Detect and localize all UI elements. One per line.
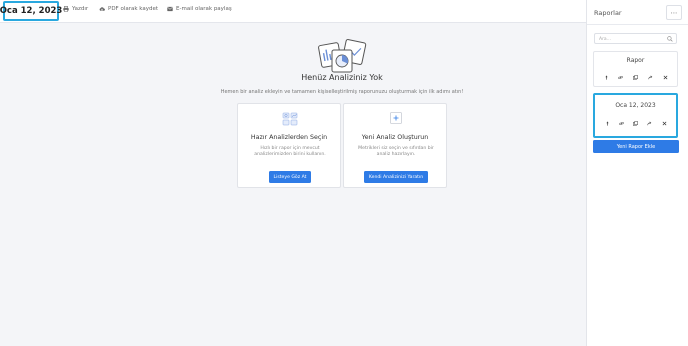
plus-icon[interactable] — [390, 112, 402, 124]
cloud-download-icon — [99, 7, 105, 11]
add-report-button[interactable]: Yeni Rapor Ekle — [593, 140, 679, 153]
search-icon — [667, 36, 673, 42]
ready-analyses-title: Hazır Analizlerden Seçin — [250, 134, 328, 141]
new-analysis-description: Metrikleri siz seçin ve sıfırdan bir ana… — [358, 146, 434, 158]
link-icon[interactable] — [618, 120, 624, 126]
print-label: Yazdır — [72, 6, 89, 12]
empty-analysis-illustration-icon — [318, 39, 367, 73]
analysis-list-icon — [282, 112, 298, 126]
app-root: Oca 12, 2023 Yazdır PDF olarak kaydet E-… — [0, 0, 688, 346]
report-item-selected[interactable]: Oca 12, 2023 — [593, 93, 678, 138]
sidebar-title: Raporlar — [594, 9, 622, 17]
print-button[interactable]: Yazdır — [63, 6, 88, 12]
new-analysis-title: Yeni Analiz Oluşturun — [361, 134, 429, 141]
save-pdf-label: PDF olarak kaydet — [108, 6, 159, 12]
pin-icon[interactable] — [603, 74, 609, 80]
report-item-title: Rapor — [626, 57, 645, 64]
printer-icon — [63, 6, 69, 12]
envelope-icon — [167, 6, 173, 12]
close-icon[interactable] — [662, 74, 668, 80]
sidebar-divider — [587, 24, 688, 25]
share-icon[interactable] — [647, 74, 653, 80]
link-icon[interactable] — [618, 74, 624, 80]
share-email-button[interactable]: E-mail olarak paylaş — [167, 6, 232, 12]
empty-state-title: Henüz Analiziniz Yok — [301, 73, 383, 82]
report-item-actions — [594, 74, 677, 80]
share-email-label: E-mail olarak paylaş — [176, 6, 232, 12]
search-placeholder: Ara... — [599, 36, 611, 42]
copy-icon[interactable] — [633, 74, 639, 80]
share-icon[interactable] — [647, 120, 653, 126]
save-pdf-button[interactable]: PDF olarak kaydet — [99, 6, 158, 12]
ready-analyses-card: Hazır Analizlerden Seçin Hızlı bir rapor… — [237, 103, 341, 188]
new-analysis-card: Yeni Analiz Oluşturun Metrikleri siz seç… — [343, 103, 447, 188]
top-toolbar: Oca 12, 2023 Yazdır PDF olarak kaydet E-… — [0, 0, 586, 23]
reports-sidebar: Raporlar ⋯ Ara... Rapor Oca 12, 2023 Yen… — [586, 0, 688, 346]
report-search-input[interactable]: Ara... — [594, 33, 677, 44]
report-item[interactable]: Rapor — [593, 51, 678, 87]
create-analysis-button[interactable]: Kendi Analizinizi Yaratın — [364, 171, 428, 183]
browse-list-button[interactable]: Listeye Göz At — [269, 171, 311, 183]
empty-state-subtitle: Hemen bir analiz ekleyin ve tamamen kişi… — [220, 89, 464, 95]
report-item-title: Oca 12, 2023 — [615, 102, 656, 109]
sidebar-more-button[interactable]: ⋯ — [666, 5, 682, 20]
close-icon[interactable] — [661, 120, 667, 126]
report-date-title[interactable]: Oca 12, 2023 — [0, 1, 62, 21]
copy-icon[interactable] — [633, 120, 639, 126]
report-item-actions — [595, 120, 676, 126]
pin-icon[interactable] — [604, 120, 610, 126]
ready-analyses-description: Hızlı bir rapor için mevcut analizlerimi… — [254, 146, 326, 158]
